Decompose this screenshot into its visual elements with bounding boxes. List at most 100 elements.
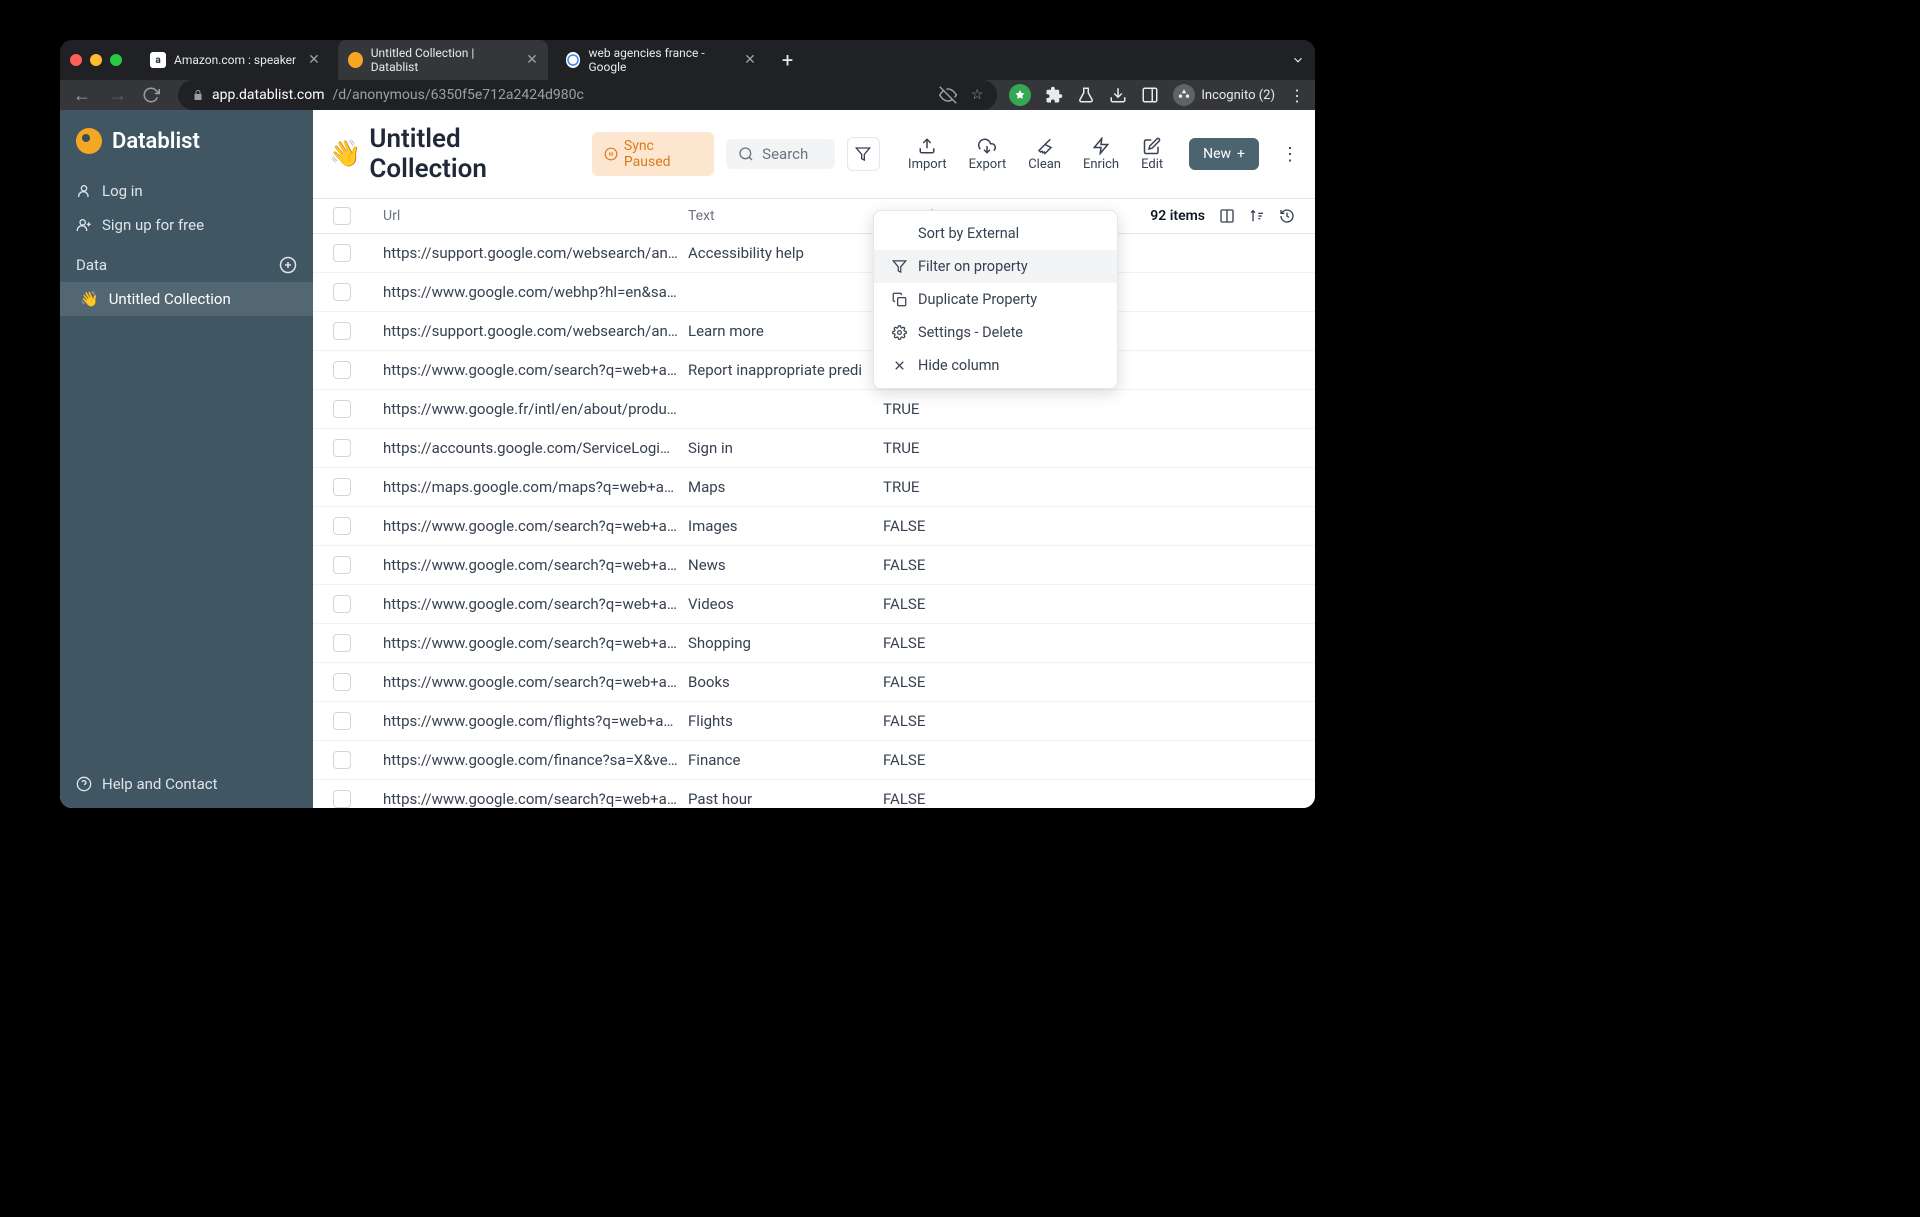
ctx-duplicate[interactable]: Duplicate Property bbox=[874, 283, 1117, 316]
download-icon[interactable] bbox=[1109, 86, 1127, 104]
star-icon[interactable]: ☆ bbox=[971, 87, 984, 103]
browser-menu-icon[interactable]: ⋮ bbox=[1289, 86, 1305, 105]
extension-adblock-icon[interactable] bbox=[1009, 84, 1031, 106]
row-checkbox[interactable] bbox=[333, 244, 351, 262]
cell-external[interactable]: FALSE bbox=[883, 790, 1003, 808]
cell-url[interactable]: https://maps.google.com/maps?q=web+agenc… bbox=[383, 478, 688, 496]
row-checkbox[interactable] bbox=[333, 790, 351, 808]
table-row[interactable]: https://www.google.com/finance?sa=X&ved=… bbox=[313, 741, 1315, 780]
tab-overflow-button[interactable] bbox=[1291, 53, 1305, 67]
cell-text[interactable]: Report inappropriate predi bbox=[688, 361, 883, 379]
cell-url[interactable]: https://www.google.com/flights?q=web+age… bbox=[383, 712, 688, 730]
ctx-filter[interactable]: Filter on property bbox=[874, 250, 1117, 283]
cell-url[interactable]: https://www.google.com/webhp?hl=en&sa=X&… bbox=[383, 283, 688, 301]
window-close-button[interactable] bbox=[70, 54, 82, 66]
cell-url[interactable]: https://www.google.com/finance?sa=X&ved=… bbox=[383, 751, 688, 769]
cell-text[interactable]: Videos bbox=[688, 595, 883, 613]
clean-button[interactable]: Clean bbox=[1028, 137, 1061, 172]
sidebar-help[interactable]: Help and Contact bbox=[60, 767, 313, 801]
cell-text[interactable]: Sign in bbox=[688, 439, 883, 457]
cell-text[interactable]: Flights bbox=[688, 712, 883, 730]
row-checkbox[interactable] bbox=[333, 478, 351, 496]
table-row[interactable]: https://support.google.com/websearch/ans… bbox=[313, 234, 1315, 273]
new-tab-button[interactable]: + bbox=[782, 48, 793, 72]
cell-url[interactable]: https://www.google.com/search?q=web+agen… bbox=[383, 634, 688, 652]
cell-text[interactable]: Past hour bbox=[688, 790, 883, 808]
tab-datablist[interactable]: Untitled Collection | Datablist ✕ bbox=[338, 40, 548, 80]
row-checkbox[interactable] bbox=[333, 283, 351, 301]
cell-url[interactable]: https://support.google.com/websearch/ans… bbox=[383, 244, 688, 262]
window-minimize-button[interactable] bbox=[90, 54, 102, 66]
row-checkbox[interactable] bbox=[333, 595, 351, 613]
cell-external[interactable]: FALSE bbox=[883, 595, 1003, 613]
cell-url[interactable]: https://www.google.com/search?q=web+agen… bbox=[383, 790, 688, 808]
cell-text[interactable]: Maps bbox=[688, 478, 883, 496]
row-checkbox[interactable] bbox=[333, 439, 351, 457]
tab-amazon[interactable]: a Amazon.com : speaker ✕ bbox=[140, 46, 330, 74]
eye-off-icon[interactable] bbox=[939, 86, 957, 104]
table-row[interactable]: https://www.google.com/search?q=web+agen… bbox=[313, 780, 1315, 808]
table-row[interactable]: https://www.google.com/search?q=web+agen… bbox=[313, 624, 1315, 663]
incognito-badge[interactable]: Incognito (2) bbox=[1173, 84, 1275, 106]
cell-text[interactable]: Accessibility help bbox=[688, 244, 883, 262]
cell-external[interactable]: FALSE bbox=[883, 634, 1003, 652]
extensions-icon[interactable] bbox=[1045, 86, 1063, 104]
address-bar[interactable]: app.datablist.com/d/anonymous/6350f5e712… bbox=[178, 80, 997, 110]
table-row[interactable]: https://support.google.com/websearch/ans… bbox=[313, 312, 1315, 351]
ctx-hide[interactable]: Hide column bbox=[874, 349, 1117, 382]
table-row[interactable]: https://maps.google.com/maps?q=web+agenc… bbox=[313, 468, 1315, 507]
forward-button[interactable]: → bbox=[106, 85, 130, 106]
table-row[interactable]: https://www.google.com/search?q=web+agen… bbox=[313, 351, 1315, 390]
history-icon[interactable] bbox=[1279, 208, 1295, 224]
header-text[interactable]: Text bbox=[688, 208, 883, 224]
row-checkbox[interactable] bbox=[333, 517, 351, 535]
cell-url[interactable]: https://www.google.com/search?q=web+agen… bbox=[383, 361, 688, 379]
search-input[interactable]: Search bbox=[726, 139, 834, 169]
cell-text[interactable]: Shopping bbox=[688, 634, 883, 652]
cell-external[interactable]: FALSE bbox=[883, 673, 1003, 691]
back-button[interactable]: ← bbox=[70, 85, 94, 106]
tab-google[interactable]: web agencies france - Google ✕ bbox=[556, 40, 766, 80]
cell-text[interactable]: Learn more bbox=[688, 322, 883, 340]
cell-text[interactable]: Images bbox=[688, 517, 883, 535]
enrich-button[interactable]: Enrich bbox=[1083, 137, 1119, 172]
sidebar-signup[interactable]: Sign up for free bbox=[60, 208, 313, 242]
new-button[interactable]: New + bbox=[1189, 138, 1259, 170]
table-row[interactable]: https://www.google.com/webhp?hl=en&sa=X&… bbox=[313, 273, 1315, 312]
cell-external[interactable]: FALSE bbox=[883, 751, 1003, 769]
sort-icon[interactable] bbox=[1249, 208, 1265, 224]
cell-text[interactable]: News bbox=[688, 556, 883, 574]
sidebar-login[interactable]: Log in bbox=[60, 174, 313, 208]
cell-url[interactable]: https://support.google.com/websearch/ans… bbox=[383, 322, 688, 340]
table-row[interactable]: https://www.google.com/search?q=web+agen… bbox=[313, 585, 1315, 624]
ctx-settings[interactable]: Settings - Delete bbox=[874, 316, 1117, 349]
sidebar-item-collection[interactable]: 👋 Untitled Collection bbox=[60, 282, 313, 316]
row-checkbox[interactable] bbox=[333, 634, 351, 652]
panel-icon[interactable] bbox=[1141, 86, 1159, 104]
table-row[interactable]: https://www.google.com/search?q=web+agen… bbox=[313, 546, 1315, 585]
cell-external[interactable]: TRUE bbox=[883, 439, 1003, 457]
row-checkbox[interactable] bbox=[333, 361, 351, 379]
cell-external[interactable]: FALSE bbox=[883, 517, 1003, 535]
cell-text[interactable]: Books bbox=[688, 673, 883, 691]
cell-url[interactable]: https://www.google.fr/intl/en/about/prod… bbox=[383, 400, 688, 418]
cell-external[interactable]: FALSE bbox=[883, 556, 1003, 574]
more-menu-button[interactable]: ⋮ bbox=[1281, 144, 1299, 165]
edit-button[interactable]: Edit bbox=[1141, 137, 1163, 172]
close-icon[interactable]: ✕ bbox=[308, 52, 320, 68]
select-all-checkbox[interactable] bbox=[333, 207, 351, 225]
add-collection-button[interactable] bbox=[279, 256, 297, 274]
reload-button[interactable] bbox=[142, 86, 166, 104]
cell-url[interactable]: https://www.google.com/search?q=web+agen… bbox=[383, 595, 688, 613]
labs-icon[interactable] bbox=[1077, 86, 1095, 104]
row-checkbox[interactable] bbox=[333, 751, 351, 769]
sync-status[interactable]: Sync Paused bbox=[592, 132, 714, 176]
export-button[interactable]: Export bbox=[969, 137, 1007, 172]
cell-external[interactable]: FALSE bbox=[883, 712, 1003, 730]
row-checkbox[interactable] bbox=[333, 712, 351, 730]
header-url[interactable]: Url bbox=[383, 208, 688, 224]
filter-button[interactable] bbox=[847, 137, 880, 171]
cell-text[interactable]: Finance bbox=[688, 751, 883, 769]
ctx-sort[interactable]: Sort by External bbox=[874, 217, 1117, 250]
cell-external[interactable]: TRUE bbox=[883, 478, 1003, 496]
